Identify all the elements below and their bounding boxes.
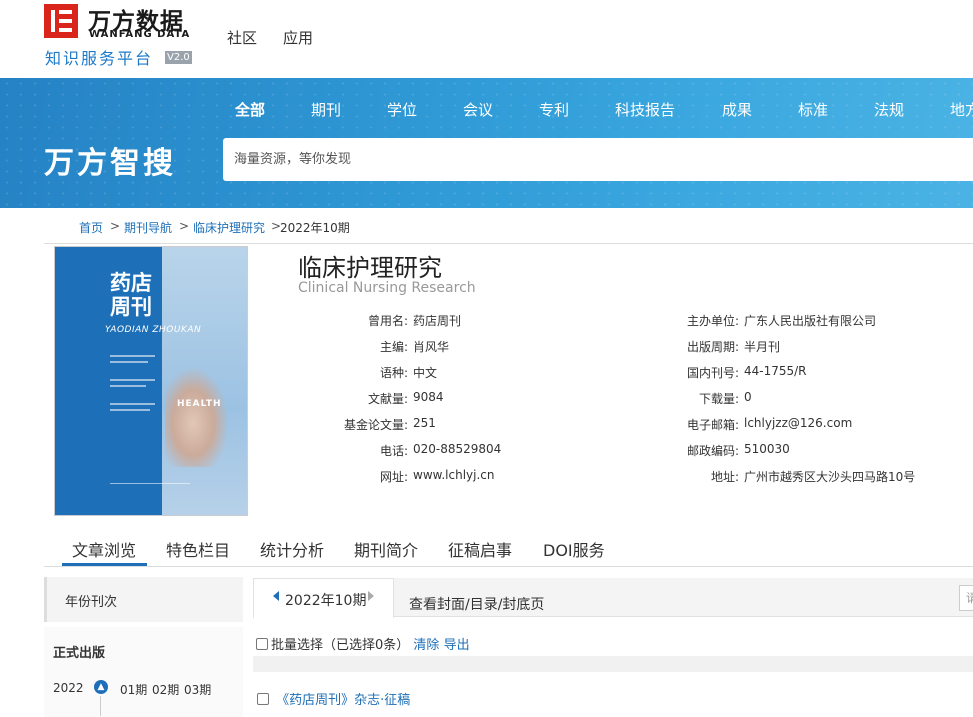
field-cn-number-label: 国内刊号: bbox=[686, 366, 739, 380]
field-doc-count-label: 文献量: bbox=[367, 392, 408, 406]
tab-article-browse[interactable]: 文章浏览 bbox=[72, 537, 136, 561]
category-achievement[interactable]: 成果 bbox=[722, 99, 752, 120]
nav-apps[interactable]: 应用 bbox=[283, 27, 313, 48]
nav-community[interactable]: 社区 bbox=[227, 27, 257, 48]
logo-subtext: WANFANG DATA bbox=[89, 29, 191, 40]
journal-cover-image[interactable]: 药店周刊 YAODIAN ZHOUKAN HEALTH bbox=[54, 246, 248, 516]
view-cover-toc-link[interactable]: 查看封面/目录/封底页 bbox=[409, 594, 544, 614]
category-local[interactable]: 地方 bbox=[950, 99, 973, 120]
cover-health: HEALTH bbox=[177, 399, 222, 409]
breadcrumb-separator: > bbox=[179, 219, 190, 233]
current-issue-label: 2022年10期 bbox=[285, 593, 367, 609]
field-email-label: 电子邮箱: bbox=[686, 418, 739, 432]
year-label: 2022 bbox=[53, 681, 84, 695]
cover-title: 药店周刊 bbox=[110, 271, 152, 319]
category-standard[interactable]: 标准 bbox=[798, 99, 828, 120]
category-journal[interactable]: 期刊 bbox=[311, 99, 341, 120]
field-language-value: 中文 bbox=[413, 366, 438, 380]
field-downloads-value: 0 bbox=[744, 390, 752, 404]
category-all[interactable]: 全部 bbox=[235, 99, 265, 120]
field-publisher-label: 主办单位: bbox=[686, 314, 739, 328]
breadcrumb-home[interactable]: 首页 bbox=[79, 219, 103, 236]
issue-link[interactable]: 03期 bbox=[184, 681, 211, 698]
current-issue-tab[interactable]: 2022年10期 bbox=[253, 578, 394, 618]
field-phone-label: 电话: bbox=[379, 444, 408, 458]
breadcrumb-journal-nav[interactable]: 期刊导航 bbox=[124, 219, 172, 236]
tab-doi-service[interactable]: DOI服务 bbox=[543, 537, 605, 561]
field-frequency-value: 半月刊 bbox=[744, 340, 781, 354]
field-postcode-label: 邮政编码: bbox=[686, 444, 739, 458]
issue-link[interactable]: 02期 bbox=[152, 681, 179, 698]
top-header: 万方数据 WANFANG DATA 知识服务平台 V2.0 社区 应用 bbox=[0, 0, 973, 78]
field-fund-papers-label: 基金论文量: bbox=[343, 418, 408, 432]
export-link[interactable]: 导出 bbox=[444, 638, 470, 653]
field-website-label: 网址: bbox=[379, 470, 408, 484]
batch-select-row: 批量选择（已选择0条） 清除 导出 bbox=[256, 634, 470, 653]
issue-search-input[interactable]: 请 bbox=[959, 585, 973, 611]
tab-call-for-papers[interactable]: 征稿启事 bbox=[448, 537, 512, 561]
field-downloads-label: 下载量: bbox=[698, 392, 739, 406]
official-publication-label: 正式出版 bbox=[53, 646, 106, 661]
list-divider bbox=[253, 656, 973, 672]
breadcrumb-journal[interactable]: 临床护理研究 bbox=[193, 219, 265, 236]
category-tech-report[interactable]: 科技报告 bbox=[615, 99, 675, 120]
clear-selection-link[interactable]: 清除 bbox=[413, 638, 439, 653]
field-former-name-value: 药店周刊 bbox=[413, 314, 462, 328]
year-issue-heading: 年份刊次 bbox=[44, 577, 243, 622]
journal-title-en: Clinical Nursing Research bbox=[298, 280, 476, 296]
field-publisher-value: 广东人民出版社有限公司 bbox=[744, 314, 877, 328]
platform-title: 知识服务平台 bbox=[45, 49, 154, 68]
batch-select-checkbox[interactable] bbox=[256, 638, 268, 650]
article-title-link[interactable]: 《药店周刊》杂志·征稿 bbox=[276, 693, 410, 708]
field-former-name-label: 曾用名: bbox=[367, 314, 408, 328]
list-item: 《药店周刊》杂志·征稿 bbox=[257, 689, 410, 708]
chevron-up-icon[interactable]: ▲ bbox=[94, 680, 108, 694]
field-frequency-label: 出版周期: bbox=[686, 340, 739, 354]
year-divider bbox=[100, 696, 101, 716]
field-address-label: 地址: bbox=[710, 470, 739, 484]
cover-pinyin: YAODIAN ZHOUKAN bbox=[105, 325, 202, 335]
active-tab-indicator bbox=[62, 563, 147, 566]
category-conference[interactable]: 会议 bbox=[463, 99, 493, 120]
year-issue-panel bbox=[44, 627, 243, 717]
tab-journal-intro[interactable]: 期刊简介 bbox=[354, 537, 418, 561]
field-address-value: 广州市越秀区大沙头四马路10号 bbox=[744, 470, 916, 484]
search-banner: 全部 期刊 学位 会议 专利 科技报告 成果 标准 法规 地方 万方智搜 bbox=[0, 78, 973, 208]
field-editor-value: 肖风华 bbox=[413, 340, 450, 354]
arrow-left-icon[interactable] bbox=[273, 591, 279, 601]
year-issue-label: 年份刊次 bbox=[65, 595, 118, 610]
field-cn-number-value: 44-1755/R bbox=[744, 364, 807, 378]
field-doc-count-value: 9084 bbox=[413, 390, 444, 404]
tab-featured-columns[interactable]: 特色栏目 bbox=[166, 537, 230, 561]
category-regulation[interactable]: 法规 bbox=[874, 99, 904, 120]
field-email-value[interactable]: lchlyjzz@126.com bbox=[744, 416, 852, 430]
field-fund-papers-value: 251 bbox=[413, 416, 436, 430]
arrow-right-icon[interactable] bbox=[368, 591, 374, 601]
field-website-value[interactable]: www.lchlyj.cn bbox=[413, 468, 494, 482]
breadcrumb-current: 2022年10期 bbox=[280, 221, 350, 235]
brand-title: 万方智搜 bbox=[44, 146, 176, 181]
field-language-label: 语种: bbox=[379, 366, 408, 380]
search-input[interactable] bbox=[223, 138, 973, 181]
category-patent[interactable]: 专利 bbox=[539, 99, 569, 120]
breadcrumb-separator: > bbox=[110, 219, 121, 233]
issue-link[interactable]: 01期 bbox=[120, 681, 147, 698]
version-badge: V2.0 bbox=[165, 51, 192, 64]
article-checkbox[interactable] bbox=[257, 693, 269, 705]
wanfang-logo-icon[interactable] bbox=[44, 4, 78, 38]
field-editor-label: 主编: bbox=[379, 340, 408, 354]
category-degree[interactable]: 学位 bbox=[387, 99, 417, 120]
field-postcode-value: 510030 bbox=[744, 442, 790, 456]
tab-statistics[interactable]: 统计分析 bbox=[260, 537, 324, 561]
journal-title: 临床护理研究 bbox=[298, 254, 442, 282]
batch-select-label: 批量选择（已选择0条） bbox=[271, 638, 410, 653]
field-phone-value: 020-88529804 bbox=[413, 442, 502, 456]
